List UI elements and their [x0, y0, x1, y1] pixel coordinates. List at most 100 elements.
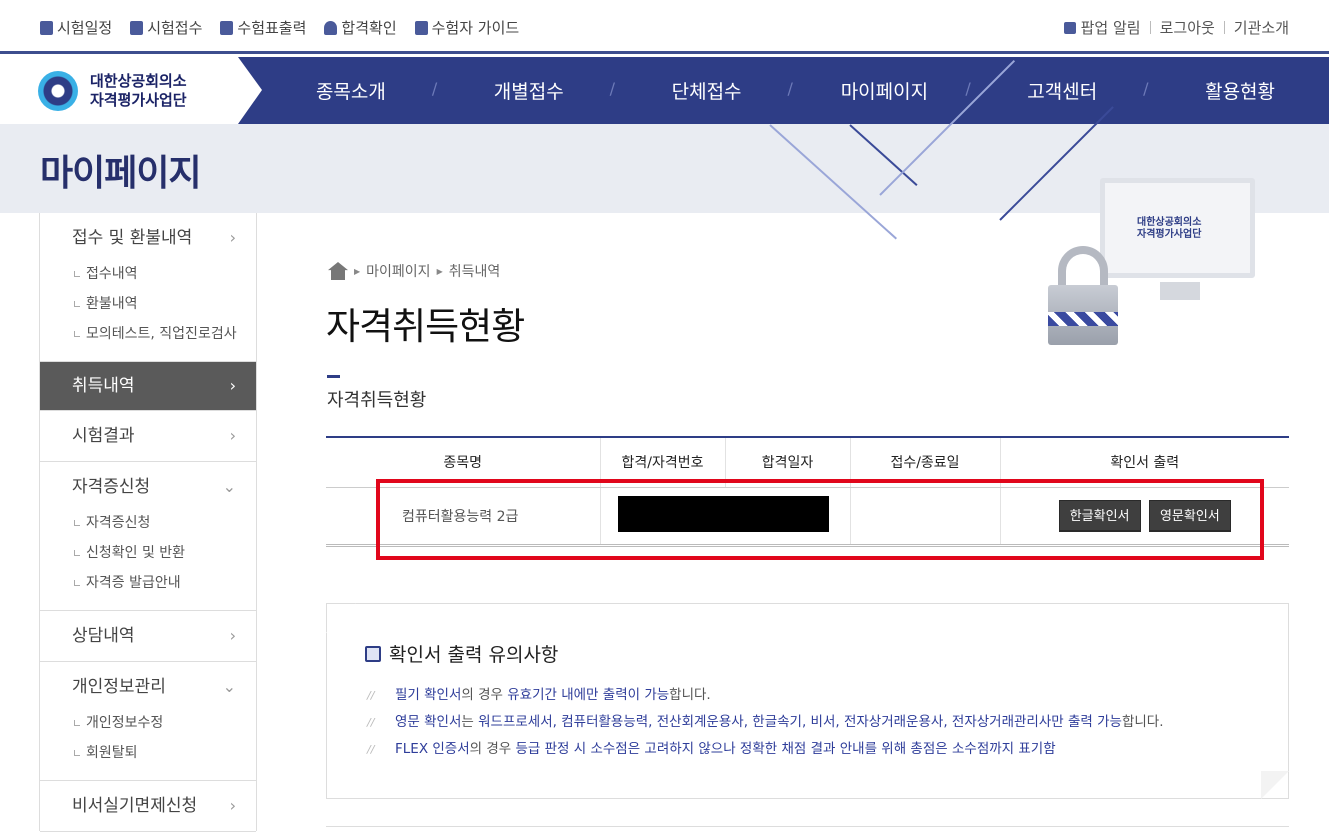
chevron-down-icon: ⌄ — [222, 477, 236, 496]
popup-alert-link[interactable]: 팝업 알림 — [1081, 17, 1141, 38]
logo[interactable]: 대한상공회의소 자격평가사업단 — [0, 57, 262, 124]
gnb-item-courses[interactable]: 종목소개 — [262, 77, 440, 104]
pencil-icon — [130, 20, 144, 35]
chevron-right-icon: › — [229, 796, 236, 815]
top-right-links: 팝업 알림 로그아웃 기관소개 — [1063, 17, 1289, 38]
main-menu: 종목소개 개별접수 단체접수 마이페이지 고객센터 활용현황 — [262, 57, 1329, 124]
side-sub-certificate-apply[interactable]: 자격증신청 — [40, 508, 256, 538]
breadcrumb-item[interactable]: 마이페이지 — [366, 261, 430, 281]
top-link-apply[interactable]: 시험접수 — [130, 17, 202, 38]
redacted-cell — [599, 487, 850, 547]
notice-text: 워드프로세서, 컴퓨터활용능력, 전산회계운용사, 한글속기, 비서, 전자상거… — [478, 714, 1122, 730]
table-header-row: 종목명 합격/자격번호 합격일자 접수/종료일 확인서 출력 — [326, 437, 1289, 488]
side-nav: 접수 및 환불내역 › 접수내역 환불내역 모의테스트, 직업진로검사 취득내역 ›… — [39, 213, 257, 832]
notice-text: 영문 확인서 — [395, 714, 462, 730]
side-group-privacy: 개인정보관리 ⌄ 개인정보수정 회원탈퇴 — [40, 662, 256, 781]
notice-text: 합니다. — [669, 687, 711, 703]
home-icon[interactable] — [328, 262, 348, 280]
document-icon — [365, 645, 381, 662]
book-icon — [414, 20, 428, 35]
side-group-receipt: 접수 및 환불내역 › 접수내역 환불내역 모의테스트, 직업진로검사 — [40, 213, 256, 362]
side-sub-receipt[interactable]: 접수내역 — [40, 259, 256, 289]
top-link-guide[interactable]: 수험자 가이드 — [414, 17, 519, 38]
side-item-consult[interactable]: 상담내역 › — [40, 623, 256, 649]
visual-title: 마이페이지 — [40, 153, 202, 194]
corner-fold — [326, 603, 356, 633]
column-header: 합격일자 — [724, 437, 850, 488]
global-nav: 대한상공회의소 자격평가사업단 종목소개 개별접수 단체접수 마이페이지 고객센… — [0, 57, 1329, 124]
gear-logo-icon — [38, 71, 78, 111]
notice-item: 필기 확인서의 경우 유효기간 내에만 출력이 가능합니다. — [367, 682, 1164, 709]
divider — [1223, 21, 1225, 34]
notice-text: 는 — [461, 714, 479, 730]
top-link-pass-check[interactable]: 합격확인 — [324, 17, 397, 38]
breadcrumb: ▶ 마이페이지 ▶ 취득내역 — [328, 261, 500, 281]
side-sub-refund[interactable]: 환불내역 — [40, 289, 256, 319]
side-sub-mock-test[interactable]: 모의테스트, 직업진로검사 — [40, 319, 256, 349]
corner-fold — [1261, 771, 1289, 799]
gnb-item-support[interactable]: 고객센터 — [965, 77, 1151, 104]
side-group-certificate: 자격증신청 ⌄ 자격증신청 신청확인 및 반환 자격증 발급안내 — [40, 462, 256, 611]
popup-icon — [1063, 21, 1076, 34]
top-utility-bar: 시험일정 시험접수 수험표출력 합격확인 수험자 가이드 팝업 알림 로그아웃 … — [0, 0, 1329, 54]
notice-text: 유효기간 내에만 출력이 가능 — [507, 687, 670, 703]
top-left-links: 시험일정 시험접수 수험표출력 합격확인 수험자 가이드 — [40, 17, 519, 38]
table-row: 컴퓨터활용능력 2급 한글확인서 영문확인서 — [326, 487, 1289, 547]
notice-text: 필기 확인서 — [395, 687, 462, 703]
chevron-right-icon: ▶ — [436, 266, 443, 276]
award-icon — [324, 20, 338, 35]
period-cell — [849, 487, 1000, 547]
notice-text: 합니다. — [1121, 714, 1164, 730]
column-header: 접수/종료일 — [849, 437, 1000, 488]
side-item-receipt-refund[interactable]: 접수 및 환불내역 › — [40, 225, 256, 251]
notice-item: FLEX 인증서의 경우 등급 판정 시 소수점은 고려하지 않으나 정확한 채… — [367, 736, 1164, 763]
notice-text: 의 경우 — [469, 741, 516, 757]
gnb-item-individual[interactable]: 개별접수 — [432, 77, 618, 104]
notice-box: 확인서 출력 유의사항 필기 확인서의 경우 유효기간 내에만 출력이 가능합니… — [326, 603, 1289, 799]
side-item-results[interactable]: 시험결과 › — [40, 423, 256, 449]
notice-text: FLEX 인증서 — [395, 741, 470, 757]
side-group-results: 시험결과 › — [40, 411, 256, 462]
side-sub-edit-profile[interactable]: 개인정보수정 — [40, 708, 256, 738]
gnb-item-usage[interactable]: 활용현황 — [1143, 77, 1329, 104]
divider — [326, 826, 1289, 827]
chevron-right-icon: › — [229, 426, 236, 445]
notice-item: 영문 확인서는 워드프로세서, 컴퓨터활용능력, 전산회계운용사, 한글속기, … — [367, 709, 1164, 736]
gnb-item-mypage[interactable]: 마이페이지 — [787, 77, 973, 104]
side-item-acquisition[interactable]: 취득내역 › — [40, 373, 256, 399]
column-header: 종목명 — [326, 437, 600, 488]
logo-text: 대한상공회의소 자격평가사업단 — [90, 72, 187, 109]
english-certificate-button[interactable]: 영문확인서 — [1148, 499, 1231, 532]
side-group-exemption: 비서실기면제신청 › — [40, 781, 256, 832]
chevron-down-icon: ⌄ — [222, 677, 236, 696]
subject-cell: 컴퓨터활용능력 2급 — [326, 487, 600, 547]
top-link-ticket-print[interactable]: 수험표출력 — [220, 17, 306, 38]
print-cell: 한글확인서 영문확인서 — [999, 487, 1289, 547]
security-illustration: 대한상공회의소 자격평가사업단 — [1020, 160, 1320, 370]
top-link-schedule[interactable]: 시험일정 — [40, 17, 112, 38]
side-item-certificate-apply[interactable]: 자격증신청 ⌄ — [40, 474, 256, 500]
side-item-privacy[interactable]: 개인정보관리 ⌄ — [40, 674, 256, 700]
notice-text: 의 경우 — [461, 687, 508, 703]
decor-line — [769, 124, 898, 240]
column-header: 확인서 출력 — [999, 437, 1289, 488]
acquisition-table: 종목명 합격/자격번호 합격일자 접수/종료일 확인서 출력 컴퓨터활용능력 2… — [326, 436, 1289, 547]
notice-title: 확인서 출력 유의사항 — [365, 640, 558, 667]
monitor-graphic: 대한상공회의소 자격평가사업단 — [1100, 178, 1255, 278]
printer-icon — [220, 20, 234, 35]
side-group-acquisition: 취득내역 › — [40, 362, 256, 411]
side-sub-apply-check[interactable]: 신청확인 및 반환 — [40, 538, 256, 568]
korean-certificate-button[interactable]: 한글확인서 — [1058, 499, 1141, 532]
calendar-icon — [40, 20, 53, 35]
page-title: 자격취득현황 — [326, 305, 525, 348]
logout-link[interactable]: 로그아웃 — [1160, 17, 1215, 38]
chevron-right-icon: › — [229, 626, 236, 645]
gnb-item-group[interactable]: 단체접수 — [610, 77, 796, 104]
breadcrumb-item: 취득내역 — [448, 264, 501, 280]
side-sub-withdraw[interactable]: 회원탈퇴 — [40, 738, 256, 768]
about-link[interactable]: 기관소개 — [1234, 17, 1289, 38]
title-accent-bar — [327, 375, 340, 378]
side-item-exemption[interactable]: 비서실기면제신청 › — [40, 793, 256, 819]
side-sub-issue-guide[interactable]: 자격증 발급안내 — [40, 568, 256, 598]
chevron-right-icon: ▶ — [354, 266, 361, 276]
